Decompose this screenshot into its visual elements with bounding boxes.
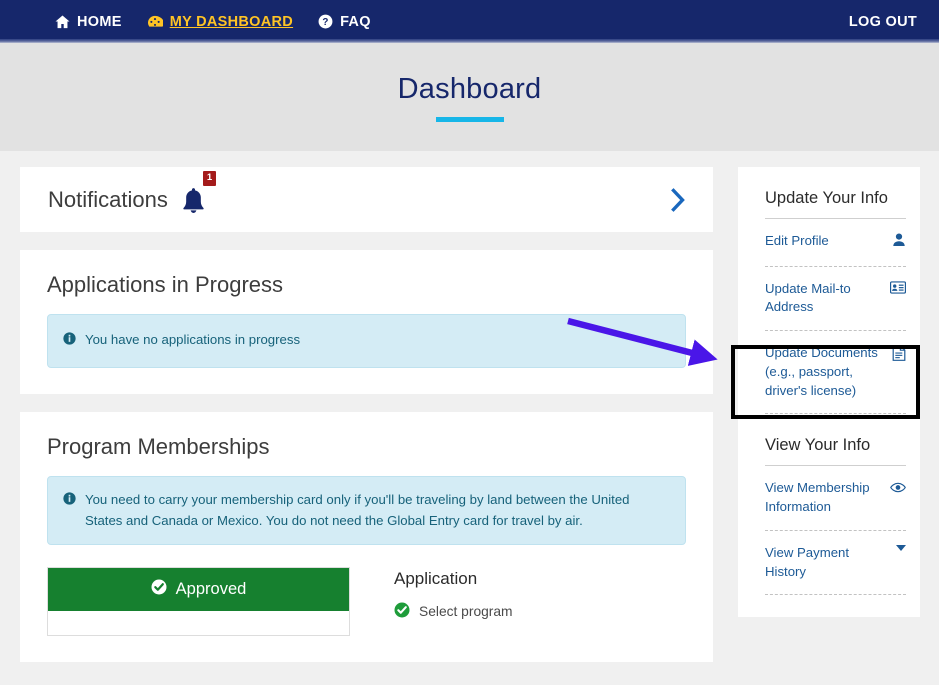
sidebar-column: Update Your Info Edit Profile Update Mai… xyxy=(738,167,920,618)
check-circle-green-icon xyxy=(394,602,410,621)
nav-item-my-dashboard-label: MY DASHBOARD xyxy=(169,13,294,30)
nav-item-faq-label: FAQ xyxy=(340,13,371,30)
application-steps-title: Application xyxy=(394,569,478,589)
bell-icon: 1 xyxy=(180,170,217,214)
sidebar-item-update-mail-to-address[interactable]: Update Mail-to Address xyxy=(738,267,920,330)
user-icon xyxy=(892,233,906,253)
sidebar-item-edit-profile[interactable]: Edit Profile xyxy=(738,219,920,266)
info-circle-icon xyxy=(63,491,76,531)
membership-status-label: Approved xyxy=(175,580,247,599)
applications-empty-alert-text: You have no applications in progress xyxy=(85,332,301,347)
memberships-info-alert-text: You need to carry your membership card o… xyxy=(85,492,630,528)
sidebar-item-update-documents-label: Update Documents (e.g., passport, driver… xyxy=(765,345,878,398)
sidebar-panel: Update Your Info Edit Profile Update Mai… xyxy=(738,167,920,618)
caret-down-icon xyxy=(896,544,906,551)
logout-button[interactable]: LOG OUT xyxy=(849,14,917,30)
dashboard-gauge-icon xyxy=(147,15,163,29)
svg-text:?: ? xyxy=(322,17,328,28)
notifications-badge: 1 xyxy=(202,170,217,186)
memberships-info-alert: You need to carry your membership card o… xyxy=(47,476,686,546)
sidebar-group-title-view: View Your Info xyxy=(765,436,871,455)
application-step-label: Select program xyxy=(419,604,513,620)
sidebar-item-view-membership-information-label: View Membership Information xyxy=(765,480,870,515)
membership-status-body xyxy=(48,611,349,635)
home-icon xyxy=(55,15,70,29)
chevron-right-icon[interactable] xyxy=(670,187,687,212)
page-body: Notifications 1 Applications in Progress xyxy=(0,151,939,685)
membership-row: Approved Application Select program xyxy=(47,567,686,637)
applications-in-progress-title: Applications in Progress xyxy=(47,272,284,297)
nav-item-my-dashboard[interactable]: MY DASHBOARD xyxy=(147,14,293,30)
application-steps-column: Application Select program xyxy=(394,567,513,636)
program-memberships-card: Program Memberships You need to carry yo… xyxy=(20,412,713,663)
application-step-select-program: Select program xyxy=(394,602,513,621)
sidebar-item-view-payment-history-label: View Payment History xyxy=(765,544,850,579)
membership-status-header: Approved xyxy=(48,568,349,612)
question-circle-icon: ? xyxy=(318,14,333,29)
sidebar-dashed-divider xyxy=(765,594,906,596)
nav-item-home-label: HOME xyxy=(77,13,122,30)
page-title-underline xyxy=(435,116,504,122)
notifications-card[interactable]: Notifications 1 xyxy=(20,167,713,232)
nav-item-faq[interactable]: ? FAQ xyxy=(318,14,371,30)
document-icon xyxy=(892,345,906,367)
sidebar-group-spacer xyxy=(738,414,920,436)
sidebar-group-title-update: Update Your Info xyxy=(765,189,888,207)
sidebar-item-view-membership-information[interactable]: View Membership Information xyxy=(738,466,920,529)
page-title-band: Dashboard xyxy=(0,43,939,151)
main-column: Notifications 1 Applications in Progress xyxy=(20,167,713,680)
eye-icon xyxy=(890,480,906,499)
page-title: Dashboard xyxy=(397,72,542,105)
sidebar-item-view-payment-history[interactable]: View Payment History xyxy=(738,531,920,594)
check-circle-icon xyxy=(151,579,167,600)
applications-empty-alert: You have no applications in progress xyxy=(47,314,686,369)
nav-item-home[interactable]: HOME xyxy=(55,14,122,30)
notifications-title: Notifications xyxy=(48,186,168,212)
top-navigation-bar: HOME MY DASHBOARD ? FAQ LOG OUT xyxy=(0,0,939,43)
nav-links: HOME MY DASHBOARD ? FAQ xyxy=(55,14,371,30)
nav-right-group: LOG OUT xyxy=(849,13,917,31)
membership-status-box: Approved xyxy=(47,567,350,637)
applications-in-progress-card: Applications in Progress You have no app… xyxy=(20,250,713,395)
program-memberships-title: Program Memberships xyxy=(47,434,270,460)
id-card-icon xyxy=(889,281,907,300)
info-circle-icon xyxy=(63,331,76,351)
sidebar-item-edit-profile-label: Edit Profile xyxy=(765,233,829,248)
sidebar-item-update-documents[interactable]: Update Documents (e.g., passport, driver… xyxy=(738,331,920,413)
sidebar-item-update-mail-to-address-label: Update Mail-to Address xyxy=(765,280,851,315)
